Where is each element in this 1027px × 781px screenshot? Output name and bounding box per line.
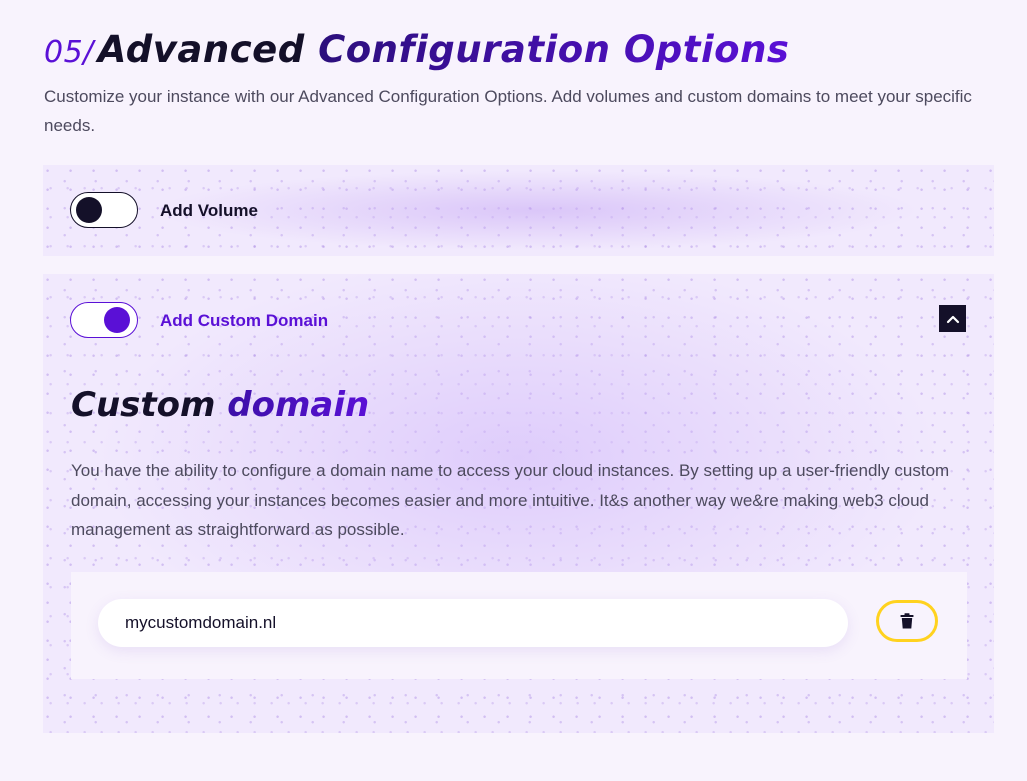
custom-domain-heading: Custom domain <box>71 385 369 425</box>
section-intro: Customize your instance with our Advance… <box>44 87 972 135</box>
section-title: 05/Advanced Configuration Options <box>44 28 789 71</box>
toggle-knob <box>104 307 130 333</box>
collapse-button[interactable] <box>939 305 966 332</box>
custom-domain-panel: Add Custom Domain Custom domain You have… <box>43 274 994 733</box>
custom-domain-description: You have the ability to configure a doma… <box>71 461 950 539</box>
chevron-up-icon <box>946 315 959 323</box>
toggle-knob <box>76 197 102 223</box>
custom-domain-heading-first: Custom <box>71 385 216 425</box>
domain-input[interactable] <box>98 599 848 647</box>
delete-domain-button[interactable] <box>876 600 938 642</box>
section-title-rest: Configuration Options <box>318 28 790 71</box>
section-title-first: Advanced <box>97 28 305 71</box>
advanced-config-page: 05/Advanced Configuration Options Custom… <box>0 0 1027 781</box>
custom-domain-toggle[interactable] <box>70 302 138 338</box>
volume-panel: Add Volume <box>43 165 994 256</box>
custom-domain-toggle-label: Add Custom Domain <box>160 311 329 330</box>
section-number: 05/ <box>44 35 94 70</box>
volume-toggle[interactable] <box>70 192 138 228</box>
domain-entry-row <box>71 572 967 679</box>
custom-domain-heading-rest: domain <box>227 385 370 425</box>
volume-toggle-label: Add Volume <box>160 201 258 220</box>
trash-icon <box>900 613 914 629</box>
